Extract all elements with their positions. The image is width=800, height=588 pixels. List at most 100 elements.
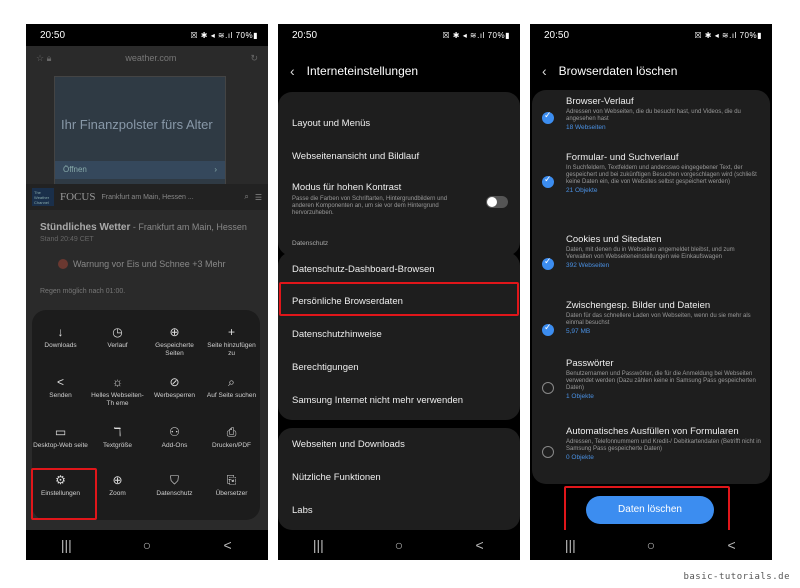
status-bar: 20:50 ☒ ✱ ◂ ≋.ıl 70%▮ (278, 24, 520, 46)
clear-option-text: Zwischengesp. Bilder und Dateien Daten fü… (566, 300, 762, 335)
high-contrast-toggle[interactable] (486, 196, 508, 208)
item-labs[interactable]: Labs (292, 505, 508, 516)
menu-item-drucken-pdf[interactable]: ⎙ Drucken/PDF (203, 424, 260, 450)
clear-option-title: Browser-Verlauf (566, 96, 634, 107)
checkbox-unchecked-icon[interactable] (542, 446, 554, 458)
clear-option-desc: Adressen von Webseiten, die du besucht h… (566, 109, 741, 122)
item-websites-downloads[interactable]: Webseiten und Downloads (292, 439, 508, 450)
menu-item-datenschutz[interactable]: ⛉ Datenschutz (146, 472, 203, 498)
menu-item-übersetzer[interactable]: ⎘ Übersetzer (203, 472, 260, 498)
system-nav-bar: ||| ○ < (26, 530, 268, 560)
chevron-right-icon: › (214, 165, 217, 174)
recent-apps-icon[interactable]: ||| (298, 537, 338, 553)
clear-option-count: 18 Webseiten (566, 124, 606, 131)
search-icon: ⌕ (244, 192, 249, 201)
menu-item-label: Verlauf (107, 342, 128, 349)
menu-item-icon: ℸ (113, 425, 122, 439)
checkbox-checked-icon[interactable] (542, 174, 554, 188)
home-icon[interactable]: ○ (379, 537, 419, 553)
menu-item-icon: + (227, 325, 235, 339)
item-stop-using[interactable]: Samsung Internet nicht mehr verwenden (292, 395, 508, 406)
recent-apps-icon[interactable]: ||| (46, 537, 86, 553)
menu-item-label: Drucken/PDF (211, 442, 251, 449)
menu-item-zoom[interactable]: ⊕ Zoom (89, 472, 146, 498)
item-high-contrast[interactable]: Modus für hohen Kontrast Passe die Farbe… (292, 182, 470, 217)
menu-item-add-ons[interactable]: ⚇ Add-Ons (146, 424, 203, 450)
clear-option-desc: In Suchfeldern, Textfeldern und anderssw… (566, 165, 757, 185)
clear-option-desc: Daten, mit denen du in Webseiten angemel… (566, 247, 735, 260)
high-contrast-label: Modus für hohen Kontrast (292, 182, 402, 193)
location-text: Frankfurt am Main, Hessen ... (101, 193, 194, 201)
weather-warning: Warnung vor Eis und Schnee +3 Mehr (58, 259, 226, 269)
settings-header: ‹ Interneteinstellungen (290, 56, 510, 86)
page-title: Interneteinstellungen (306, 64, 419, 78)
status-icons: ☒ ✱ ◂ ≋.ıl 70%▮ (694, 30, 762, 40)
menu-item-icon: ⛉ (169, 473, 179, 487)
menu-item-label: Helles Webseiten-Th eme (91, 392, 144, 407)
status-icons: ☒ ✱ ◂ ≋.ıl 70%▮ (190, 30, 258, 40)
item-webpage-view[interactable]: Webseitenansicht und Bildlauf (292, 151, 508, 162)
delete-data-button[interactable]: Daten löschen (586, 496, 714, 524)
item-permissions[interactable]: Berechtigungen (292, 362, 508, 373)
warning-icon (58, 259, 68, 269)
url-bar[interactable]: ☆ 🔒︎ weather.com ↻ (26, 46, 268, 70)
menu-item-icon: < (56, 375, 64, 389)
menu-item-downloads[interactable]: ↓ Downloads (32, 324, 89, 350)
menu-item-seite-hinzufügen-zu[interactable]: + Seite hinzufügen zu (203, 324, 260, 358)
menu-item-label: Textgröße (103, 442, 132, 449)
clear-option-desc: Daten für das schnellere Laden von Webse… (566, 313, 751, 326)
url-text[interactable]: weather.com (51, 53, 250, 63)
clear-option-count: 5,97 MB (566, 328, 591, 335)
rain-forecast: Regen möglich nach 01:00. (40, 288, 126, 295)
menu-item-label: Gespeicherte Seiten (155, 342, 194, 357)
weather-site-header: The Weather Channel FOCUS Frankfurt am M… (26, 184, 268, 210)
hamburger-menu-icon: ☰ (254, 192, 262, 202)
menu-item-icon: ⌕ (228, 375, 235, 389)
menu-item-werbesperren[interactable]: ⊘ Werbesperren (146, 374, 203, 400)
recent-apps-icon[interactable]: ||| (550, 537, 590, 553)
checkbox-checked-icon[interactable] (542, 322, 554, 336)
menu-item-icon: ⊕ (112, 473, 123, 487)
menu-item-helles-webseiten-th-eme[interactable]: ☼ Helles Webseiten-Th eme (89, 374, 146, 408)
focus-logo: FOCUS (60, 191, 96, 203)
menu-item-icon: ⎘ (226, 473, 237, 487)
back-icon[interactable]: < (208, 537, 248, 553)
clear-option-title: Cookies und Sitedaten (566, 234, 662, 245)
menu-item-textgröße[interactable]: ℸ Textgröße (89, 424, 146, 450)
menu-item-verlauf[interactable]: ◷ Verlauf (89, 324, 146, 350)
menu-item-gespeicherte-seiten[interactable]: ⊕ Gespeicherte Seiten (146, 324, 203, 358)
clear-option-count: 1 Objekte (566, 393, 594, 400)
status-bar: 20:50 ☒ ✱ ◂ ≋.ıl 70%▮ (530, 24, 772, 46)
bookmark-star-icon[interactable]: ☆ (36, 53, 44, 64)
menu-item-auf-seite-suchen[interactable]: ⌕ Auf Seite suchen (203, 374, 260, 400)
clear-option-text: Passwörter Benutzernamen und Passwörter, … (566, 358, 762, 400)
menu-item-icon: ☼ (112, 375, 123, 389)
weather-title-bold: Stündliches Wetter (40, 222, 131, 233)
back-icon[interactable]: < (712, 537, 752, 553)
back-icon[interactable]: < (460, 537, 500, 553)
back-arrow-icon[interactable]: ‹ (542, 63, 547, 79)
menu-item-desktop-web-seite[interactable]: ▭ Desktop-Web seite (32, 424, 89, 450)
item-privacy-notice[interactable]: Datenschutzhinweise (292, 329, 508, 340)
back-arrow-icon[interactable]: ‹ (290, 63, 295, 79)
system-nav-bar: ||| ○ < (530, 530, 772, 560)
home-icon[interactable]: ○ (631, 537, 671, 553)
checkbox-checked-icon[interactable] (542, 110, 554, 124)
clear-option-text: Automatisches Ausfüllen von Formularen Ad… (566, 426, 762, 461)
menu-item-icon: ◷ (112, 325, 123, 339)
menu-item-label: Downloads (44, 342, 77, 349)
system-nav-bar: ||| ○ < (278, 530, 520, 560)
menu-item-label: Auf Seite suchen (206, 392, 257, 399)
ad-banner: Ihr Finanzpolster fürs Alter Öffnen › (54, 76, 226, 188)
menu-item-senden[interactable]: < Senden (32, 374, 89, 400)
menu-item-label: Desktop-Web seite (33, 442, 88, 449)
checkbox-checked-icon[interactable] (542, 256, 554, 270)
reload-icon[interactable]: ↻ (250, 53, 258, 64)
home-icon[interactable]: ○ (127, 537, 167, 553)
high-contrast-desc: Passe die Farben von Schriftarten, Hinte… (292, 196, 448, 216)
item-privacy-dashboard[interactable]: Datenschutz-Dashboard-Browsen (292, 264, 508, 275)
item-useful-features[interactable]: Nützliche Funktionen (292, 472, 508, 483)
checkbox-unchecked-icon[interactable] (542, 382, 554, 394)
clear-option-desc: Benutzernamen und Passwörter, die für di… (566, 371, 756, 391)
item-layout-menus[interactable]: Layout und Menüs (292, 118, 508, 129)
